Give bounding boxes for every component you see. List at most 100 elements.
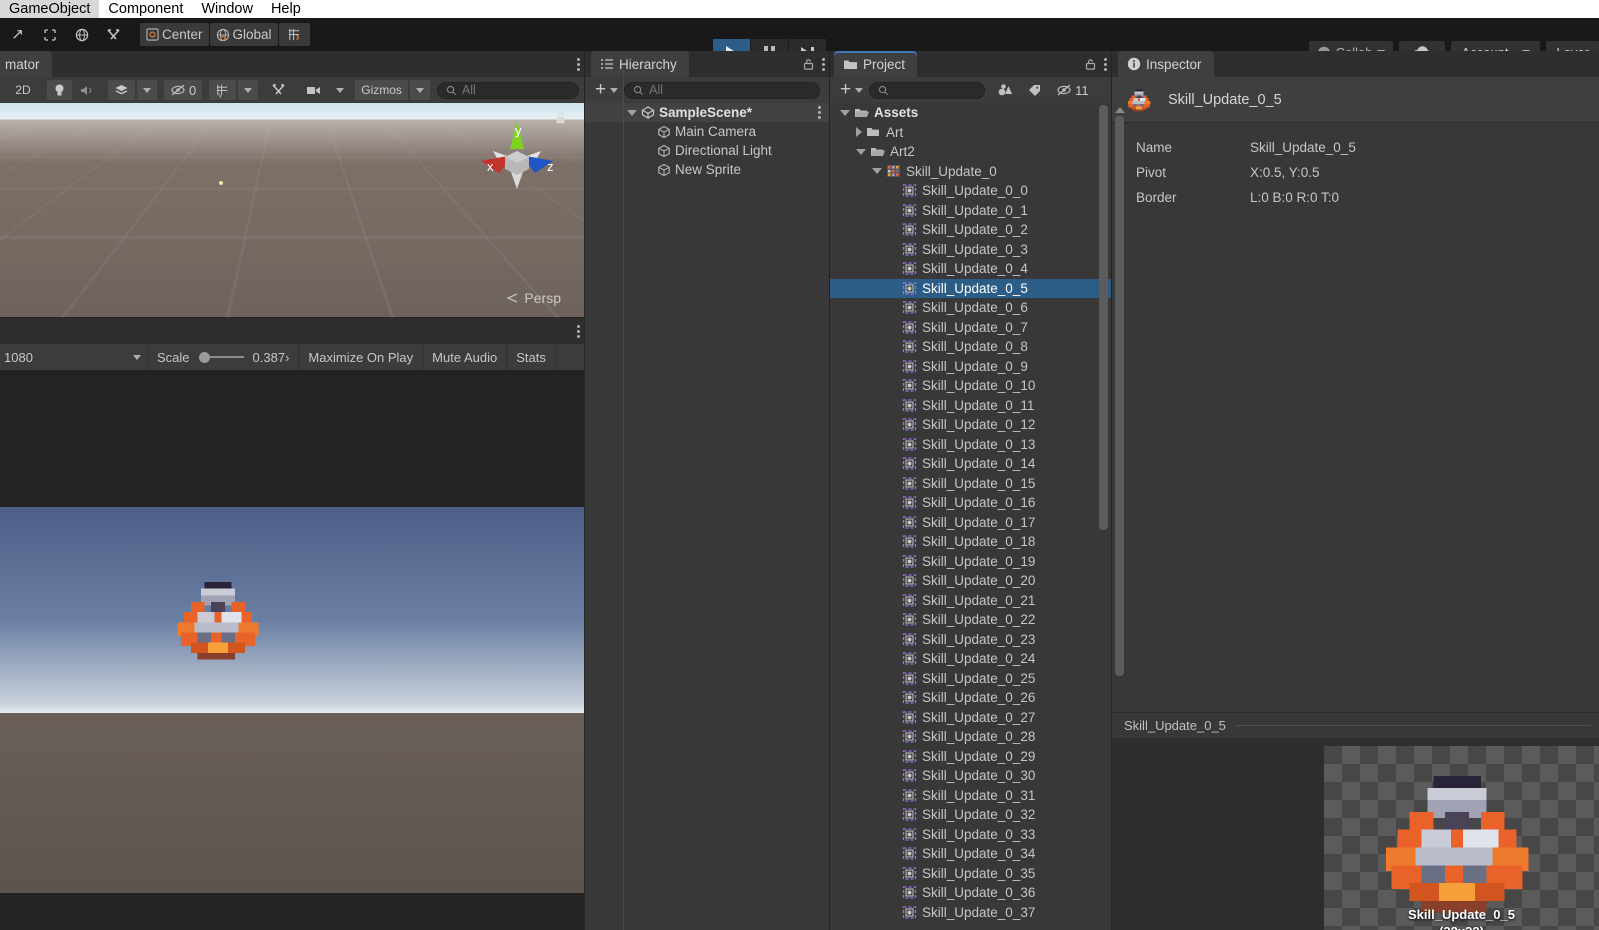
hand-tool-button[interactable]: [2, 23, 33, 46]
lighting-toggle-button[interactable]: [47, 80, 72, 100]
project-row-sprite[interactable]: Skill_Update_0_15: [830, 474, 1112, 494]
menu-item-help[interactable]: Help: [262, 0, 310, 18]
project-row-sprite[interactable]: Skill_Update_0_29: [830, 747, 1112, 767]
project-hidden-toggle-button[interactable]: 11: [1050, 80, 1095, 100]
inspector-preview-header[interactable]: Skill_Update_0_5: [1112, 712, 1599, 738]
gizmos-button[interactable]: Gizmos: [355, 80, 408, 100]
kebab-menu-icon[interactable]: [577, 324, 580, 338]
project-row-sprite[interactable]: Skill_Update_0_28: [830, 727, 1112, 747]
divider-project-inspector[interactable]: [1111, 51, 1112, 930]
project-row-sprite[interactable]: Skill_Update_0_20: [830, 571, 1112, 591]
project-tab-options[interactable]: [1084, 51, 1107, 77]
project-row-sprite[interactable]: Skill_Update_0_12: [830, 415, 1112, 435]
project-row-sprite[interactable]: Skill_Update_0_36: [830, 883, 1112, 903]
menu-item-gameobject[interactable]: GameObject: [0, 0, 100, 18]
chevron-down-icon[interactable]: [856, 148, 866, 155]
game-resolution-dropdown[interactable]: 1080: [0, 344, 148, 370]
mute-audio-button[interactable]: Mute Audio: [423, 344, 508, 370]
effects-toggle-button[interactable]: [108, 80, 135, 100]
project-row-sprite[interactable]: Skill_Update_0_35: [830, 864, 1112, 884]
scene-tab-options[interactable]: [577, 51, 580, 77]
divider-scene-hierarchy[interactable]: [584, 51, 585, 930]
project-row-sprite[interactable]: Skill_Update_0_2: [830, 220, 1112, 240]
transform-tool-button[interactable]: [98, 23, 129, 46]
project-tree[interactable]: Assets Art Art2 Skill_Update_0 Skill_Upd…: [830, 103, 1112, 930]
project-add-button[interactable]: +: [834, 80, 869, 99]
scene-search-input[interactable]: All: [436, 81, 579, 99]
grid-snap-button[interactable]: [278, 23, 310, 46]
scene-camera-dropdown-button[interactable]: [330, 80, 351, 100]
chevron-down-icon[interactable]: [627, 109, 637, 116]
project-row-sprite[interactable]: Skill_Update_0_3: [830, 240, 1112, 260]
hierarchy-search-input[interactable]: All: [624, 81, 820, 99]
project-row-sprite[interactable]: Skill_Update_0_25: [830, 669, 1112, 689]
pivot-mode-button[interactable]: Center: [140, 23, 209, 46]
project-row-sprite[interactable]: Skill_Update_0_26: [830, 688, 1112, 708]
hierarchy-item-new-sprite[interactable]: New Sprite: [585, 160, 830, 179]
scene-camera-button[interactable]: [300, 80, 329, 100]
inspector-scrollbar-thumb[interactable]: [1115, 116, 1124, 676]
project-row-sprite[interactable]: Skill_Update_0_21: [830, 591, 1112, 611]
tab-project[interactable]: Project: [834, 51, 918, 77]
project-row-sprite[interactable]: Skill_Update_0_34: [830, 844, 1112, 864]
project-row-sprite[interactable]: Skill_Update_0_14: [830, 454, 1112, 474]
scale-slider[interactable]: [198, 351, 244, 363]
toggle-2d-button[interactable]: 2D: [8, 80, 38, 100]
chevron-down-icon[interactable]: [872, 168, 882, 175]
project-row-sprite[interactable]: Skill_Update_0_9: [830, 357, 1112, 377]
project-row-sprite[interactable]: Skill_Update_0_33: [830, 825, 1112, 845]
kebab-menu-icon[interactable]: [1104, 57, 1107, 71]
project-scrollbar-thumb[interactable]: [1099, 105, 1108, 530]
hierarchy-item-main-camera[interactable]: Main Camera: [585, 122, 830, 141]
scene-canvas[interactable]: x y z Persp: [0, 103, 585, 318]
hierarchy-scene-root[interactable]: SampleScene*: [585, 103, 830, 122]
project-row-sprite[interactable]: Skill_Update_0_1: [830, 201, 1112, 221]
maximize-on-play-button[interactable]: Maximize On Play: [299, 344, 424, 370]
divider-hierarchy-project[interactable]: [829, 51, 830, 930]
move-tool-button[interactable]: [34, 23, 65, 46]
project-row-sprite[interactable]: Skill_Update_0_30: [830, 766, 1112, 786]
inspector-preview-area[interactable]: Skill_Update_0_5 (32x32): [1112, 738, 1599, 930]
chevron-right-icon[interactable]: [856, 127, 862, 138]
divider-scene-game[interactable]: [0, 317, 584, 318]
kebab-menu-icon[interactable]: [577, 57, 580, 71]
lock-icon[interactable]: [802, 57, 815, 71]
scene-tools-button[interactable]: [265, 80, 294, 100]
project-row-sprite[interactable]: Skill_Update_0_19: [830, 552, 1112, 572]
project-row-sprite[interactable]: Skill_Update_0_4: [830, 259, 1112, 279]
project-row-sprite[interactable]: Skill_Update_0_8: [830, 337, 1112, 357]
project-row-art2[interactable]: Art2: [830, 142, 1112, 162]
inspector-scrollbar[interactable]: [1115, 107, 1125, 707]
tab-animator[interactable]: mator: [0, 51, 52, 77]
project-row-sprite[interactable]: Skill_Update_0_23: [830, 630, 1112, 650]
project-filter-label-button[interactable]: [1021, 80, 1049, 100]
handle-space-button[interactable]: Global: [209, 23, 278, 46]
project-row-sprite[interactable]: Skill_Update_0_10: [830, 376, 1112, 396]
project-filter-type-button[interactable]: [991, 80, 1020, 100]
project-row-sprite[interactable]: Skill_Update_0_13: [830, 435, 1112, 455]
gizmos-dropdown-button[interactable]: [409, 80, 430, 100]
lock-icon[interactable]: [1084, 57, 1097, 71]
project-row-sprite[interactable]: Skill_Update_0_18: [830, 532, 1112, 552]
project-row-sprite[interactable]: Skill_Update_0_24: [830, 649, 1112, 669]
effects-dropdown-button[interactable]: [137, 80, 157, 100]
game-canvas[interactable]: [0, 370, 585, 930]
project-row-assets[interactable]: Assets: [830, 103, 1112, 123]
scene-grid-button[interactable]: y: [209, 80, 237, 100]
kebab-menu-icon[interactable]: [818, 106, 821, 119]
hierarchy-add-button[interactable]: +: [589, 80, 624, 99]
project-row-sprite[interactable]: Skill_Update_0_17: [830, 513, 1112, 533]
game-tab-options[interactable]: [577, 318, 580, 344]
project-search-input[interactable]: [869, 81, 986, 99]
project-row-sprite[interactable]: Skill_Update_0_16: [830, 493, 1112, 513]
project-row-sprite[interactable]: Skill_Update_0_22: [830, 610, 1112, 630]
menu-item-component[interactable]: Component: [99, 0, 192, 18]
project-row-sprite-selected[interactable]: Skill_Update_0_5: [830, 278, 1112, 298]
tab-inspector[interactable]: Inspector: [1118, 51, 1214, 77]
project-row-art[interactable]: Art: [830, 123, 1112, 143]
scene-orientation-gizmo[interactable]: x y z: [471, 115, 563, 195]
kebab-menu-icon[interactable]: [822, 57, 825, 71]
menu-item-window[interactable]: Window: [192, 0, 262, 18]
rotate-tool-button[interactable]: [66, 23, 97, 46]
project-row-sprite[interactable]: Skill_Update_0_7: [830, 318, 1112, 338]
